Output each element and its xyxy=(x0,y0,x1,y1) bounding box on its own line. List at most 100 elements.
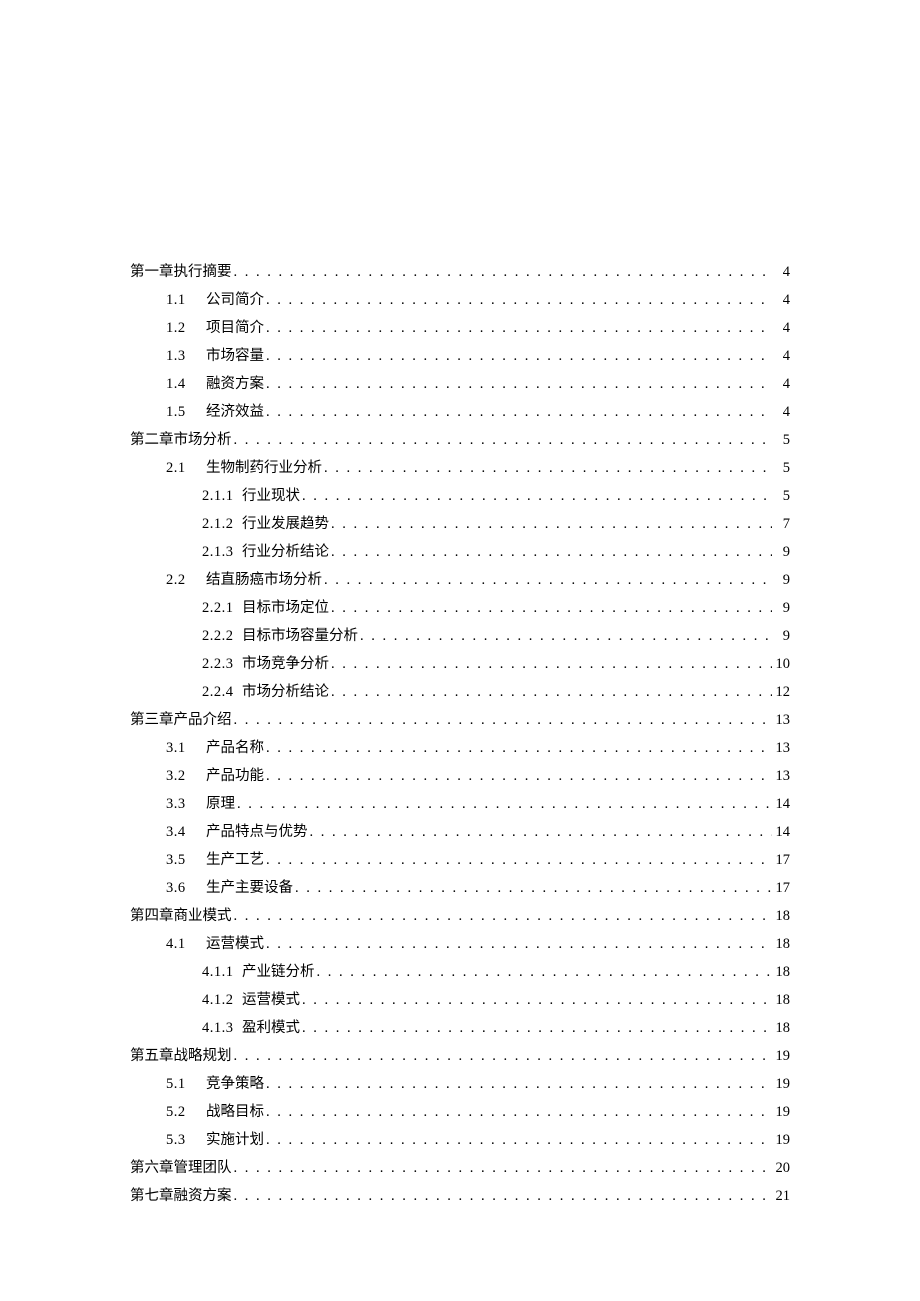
toc-entry[interactable]: 4.1.1产业链分析. . . . . . . . . . . . . . . … xyxy=(130,958,790,986)
toc-number: 5.3 xyxy=(166,1126,206,1154)
toc-label: 运营模式 xyxy=(206,930,264,958)
toc-page-number: 4 xyxy=(772,398,790,426)
toc-entry[interactable]: 2.2结直肠癌市场分析. . . . . . . . . . . . . . .… xyxy=(130,566,790,594)
toc-entry[interactable]: 3.3原理. . . . . . . . . . . . . . . . . .… xyxy=(130,790,790,818)
toc-number: 3.5 xyxy=(166,846,206,874)
toc-leader-dots: . . . . . . . . . . . . . . . . . . . . … xyxy=(264,342,772,370)
toc-number: 4.1.2 xyxy=(202,986,242,1014)
toc-page-number: 21 xyxy=(772,1182,790,1210)
toc-label: 第三章产品介绍 xyxy=(130,706,232,734)
toc-entry[interactable]: 第四章商业模式. . . . . . . . . . . . . . . . .… xyxy=(130,902,790,930)
toc-entry[interactable]: 2.1.1行业现状. . . . . . . . . . . . . . . .… xyxy=(130,482,790,510)
toc-entry[interactable]: 3.6生产主要设备. . . . . . . . . . . . . . . .… xyxy=(130,874,790,902)
toc-entry[interactable]: 5.1竞争策略. . . . . . . . . . . . . . . . .… xyxy=(130,1070,790,1098)
toc-label: 产品特点与优势 xyxy=(206,818,308,846)
toc-number: 2.2.3 xyxy=(202,650,242,678)
toc-leader-dots: . . . . . . . . . . . . . . . . . . . . … xyxy=(264,398,772,426)
toc-label: 产品名称 xyxy=(206,734,264,762)
toc-label: 第七章融资方案 xyxy=(130,1182,232,1210)
toc-entry[interactable]: 2.1.2行业发展趋势. . . . . . . . . . . . . . .… xyxy=(130,510,790,538)
toc-entry[interactable]: 第五章战略规划. . . . . . . . . . . . . . . . .… xyxy=(130,1042,790,1070)
toc-entry[interactable]: 5.2战略目标. . . . . . . . . . . . . . . . .… xyxy=(130,1098,790,1126)
toc-leader-dots: . . . . . . . . . . . . . . . . . . . . … xyxy=(232,902,773,930)
toc-leader-dots: . . . . . . . . . . . . . . . . . . . . … xyxy=(232,706,773,734)
toc-number: 4.1 xyxy=(166,930,206,958)
toc-label: 产业链分析 xyxy=(242,958,315,986)
toc-entry[interactable]: 2.2.2目标市场容量分析. . . . . . . . . . . . . .… xyxy=(130,622,790,650)
toc-number: 4.1.3 xyxy=(202,1014,242,1042)
toc-label: 生产工艺 xyxy=(206,846,264,874)
toc-leader-dots: . . . . . . . . . . . . . . . . . . . . … xyxy=(308,818,773,846)
toc-label: 运营模式 xyxy=(242,986,300,1014)
toc-entry[interactable]: 3.4产品特点与优势. . . . . . . . . . . . . . . … xyxy=(130,818,790,846)
toc-leader-dots: . . . . . . . . . . . . . . . . . . . . … xyxy=(264,1070,772,1098)
toc-number: 3.2 xyxy=(166,762,206,790)
toc-label: 第五章战略规划 xyxy=(130,1042,232,1070)
toc-label: 行业分析结论 xyxy=(242,538,329,566)
toc-entry[interactable]: 2.2.3市场竞争分析. . . . . . . . . . . . . . .… xyxy=(130,650,790,678)
toc-leader-dots: . . . . . . . . . . . . . . . . . . . . … xyxy=(329,510,772,538)
toc-entry[interactable]: 5.3实施计划. . . . . . . . . . . . . . . . .… xyxy=(130,1126,790,1154)
toc-label: 实施计划 xyxy=(206,1126,264,1154)
toc-label: 项目简介 xyxy=(206,314,264,342)
toc-leader-dots: . . . . . . . . . . . . . . . . . . . . … xyxy=(300,986,772,1014)
toc-entry[interactable]: 2.2.1目标市场定位. . . . . . . . . . . . . . .… xyxy=(130,594,790,622)
toc-entry[interactable]: 第七章融资方案. . . . . . . . . . . . . . . . .… xyxy=(130,1182,790,1210)
toc-leader-dots: . . . . . . . . . . . . . . . . . . . . … xyxy=(329,538,772,566)
toc-entry[interactable]: 3.1产品名称. . . . . . . . . . . . . . . . .… xyxy=(130,734,790,762)
toc-entry[interactable]: 2.1.3行业分析结论. . . . . . . . . . . . . . .… xyxy=(130,538,790,566)
toc-entry[interactable]: 4.1.3盈利模式. . . . . . . . . . . . . . . .… xyxy=(130,1014,790,1042)
toc-number: 2.2.1 xyxy=(202,594,242,622)
toc-page-number: 7 xyxy=(772,510,790,538)
toc-page-number: 18 xyxy=(772,902,790,930)
toc-label: 第二章市场分析 xyxy=(130,426,232,454)
toc-page-number: 13 xyxy=(772,762,790,790)
toc-number: 3.4 xyxy=(166,818,206,846)
toc-leader-dots: . . . . . . . . . . . . . . . . . . . . … xyxy=(264,1126,772,1154)
toc-number: 3.6 xyxy=(166,874,206,902)
toc-page-number: 17 xyxy=(772,874,790,902)
toc-entry[interactable]: 1.2项目简介. . . . . . . . . . . . . . . . .… xyxy=(130,314,790,342)
toc-entry[interactable]: 2.2.4市场分析结论. . . . . . . . . . . . . . .… xyxy=(130,678,790,706)
toc-entry[interactable]: 4.1运营模式. . . . . . . . . . . . . . . . .… xyxy=(130,930,790,958)
toc-entry[interactable]: 第二章市场分析. . . . . . . . . . . . . . . . .… xyxy=(130,426,790,454)
toc-entry[interactable]: 2.1生物制药行业分析. . . . . . . . . . . . . . .… xyxy=(130,454,790,482)
toc-label: 第六章管理团队 xyxy=(130,1154,232,1182)
toc-leader-dots: . . . . . . . . . . . . . . . . . . . . … xyxy=(315,958,773,986)
toc-page-number: 5 xyxy=(772,426,790,454)
toc-page-number: 4 xyxy=(772,314,790,342)
toc-entry[interactable]: 第三章产品介绍. . . . . . . . . . . . . . . . .… xyxy=(130,706,790,734)
toc-entry[interactable]: 1.1公司简介. . . . . . . . . . . . . . . . .… xyxy=(130,286,790,314)
toc-page-number: 5 xyxy=(772,454,790,482)
toc-entry[interactable]: 3.5生产工艺. . . . . . . . . . . . . . . . .… xyxy=(130,846,790,874)
toc-entry[interactable]: 第一章执行摘要. . . . . . . . . . . . . . . . .… xyxy=(130,258,790,286)
toc-number: 1.4 xyxy=(166,370,206,398)
toc-entry[interactable]: 第六章管理团队. . . . . . . . . . . . . . . . .… xyxy=(130,1154,790,1182)
toc-entry[interactable]: 3.2产品功能. . . . . . . . . . . . . . . . .… xyxy=(130,762,790,790)
toc-page-number: 9 xyxy=(772,622,790,650)
toc-number: 5.1 xyxy=(166,1070,206,1098)
toc-page-number: 18 xyxy=(772,930,790,958)
toc-label: 战略目标 xyxy=(206,1098,264,1126)
toc-page-number: 4 xyxy=(772,370,790,398)
toc-number: 4.1.1 xyxy=(202,958,242,986)
toc-leader-dots: . . . . . . . . . . . . . . . . . . . . … xyxy=(264,314,772,342)
toc-entry[interactable]: 1.4融资方案. . . . . . . . . . . . . . . . .… xyxy=(130,370,790,398)
toc-page-number: 19 xyxy=(772,1070,790,1098)
toc-leader-dots: . . . . . . . . . . . . . . . . . . . . … xyxy=(264,370,772,398)
toc-page-number: 18 xyxy=(772,1014,790,1042)
toc-entry[interactable]: 1.3市场容量. . . . . . . . . . . . . . . . .… xyxy=(130,342,790,370)
toc-label: 公司简介 xyxy=(206,286,264,314)
toc-label: 市场竞争分析 xyxy=(242,650,329,678)
toc-number: 2.2.2 xyxy=(202,622,242,650)
toc-number: 5.2 xyxy=(166,1098,206,1126)
toc-label: 第一章执行摘要 xyxy=(130,258,232,286)
toc-page-number: 9 xyxy=(772,594,790,622)
toc-page-number: 12 xyxy=(772,678,790,706)
toc-label: 生产主要设备 xyxy=(206,874,293,902)
toc-page-number: 14 xyxy=(772,790,790,818)
toc-entry[interactable]: 1.5经济效益. . . . . . . . . . . . . . . . .… xyxy=(130,398,790,426)
toc-page-number: 4 xyxy=(772,342,790,370)
toc-entry[interactable]: 4.1.2运营模式. . . . . . . . . . . . . . . .… xyxy=(130,986,790,1014)
toc-number: 2.1.1 xyxy=(202,482,242,510)
